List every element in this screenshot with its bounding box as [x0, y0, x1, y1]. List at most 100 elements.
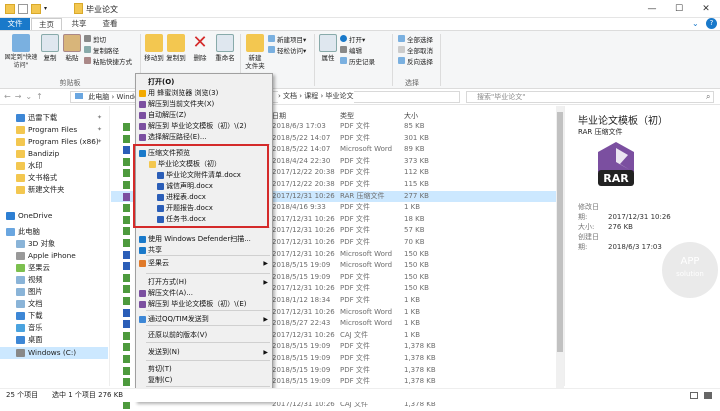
minimize-button[interactable]: —	[640, 0, 664, 18]
menu-item[interactable]: 选择解压路径(E)...	[136, 132, 272, 143]
copy-to-button[interactable]: 复制到	[166, 34, 186, 62]
maximize-button[interactable]: ☐	[667, 0, 691, 18]
menu-item[interactable]: 解压到当前文件夹(X)	[136, 99, 272, 110]
folder-new-icon[interactable]	[31, 4, 41, 14]
chevron-down-icon[interactable]: ▾	[44, 4, 54, 14]
cell-date: 2017/12/31 10:26	[272, 284, 335, 293]
menu-item[interactable]: 打开方式(H) ▶	[136, 277, 272, 288]
cell-date: 2018/5/15 19:09	[272, 342, 331, 351]
select-none-button[interactable]: 全部取消	[398, 45, 433, 55]
sidebar-item[interactable]: OneDrive	[0, 210, 108, 222]
copy-button[interactable]: 复制	[40, 34, 60, 62]
open-button[interactable]: 打开▾	[340, 34, 375, 44]
tab-home[interactable]: 主页	[31, 18, 62, 30]
sidebar-item[interactable]: 文档	[0, 298, 108, 310]
rename-button[interactable]: 重命名	[214, 34, 236, 62]
breadcrumb-courses[interactable]: 课程	[304, 92, 318, 100]
cell-type: PDF 文件	[340, 238, 370, 246]
preview-file-type: RAR 压缩文件	[578, 128, 623, 136]
paste-shortcut-button[interactable]: 粘贴快捷方式	[84, 56, 132, 66]
paste-button[interactable]: 粘贴	[62, 34, 82, 62]
sidebar-item[interactable]: 视频	[0, 274, 108, 286]
sidebar-item[interactable]: 文书格式	[0, 172, 108, 184]
move-to-button[interactable]: 移动到	[144, 34, 164, 62]
pdf-file-icon	[123, 285, 130, 294]
history-button[interactable]: 历史记录	[340, 56, 375, 66]
sidebar-item[interactable]: Program Files ✦	[0, 124, 108, 136]
sidebar-item[interactable]: 新建文件夹	[0, 184, 108, 196]
tab-share[interactable]: 共享	[64, 18, 94, 30]
cell-date: 2018/5/22 14:07	[272, 133, 331, 142]
menu-item[interactable]: 坚果云 ▶	[136, 258, 272, 269]
cut-button[interactable]: 剪切	[84, 34, 132, 44]
breadcrumb-thesis[interactable]: 毕业论文	[326, 92, 354, 100]
forward-arrow-icon[interactable]: →	[15, 92, 26, 101]
details-view-icon[interactable]	[690, 392, 698, 399]
large-icons-view-icon[interactable]	[704, 392, 712, 399]
sidebar-item[interactable]: 坚果云	[0, 262, 108, 274]
sidebar-item[interactable]: 迅雷下载 ✦	[0, 112, 108, 124]
sidebar-item-label: Program Files	[28, 125, 78, 134]
menu-item[interactable]: 通过QQ/TIM发送到 ▶	[136, 314, 272, 325]
sidebar-item[interactable]: 音乐	[0, 322, 108, 334]
breadcrumb-documents[interactable]: 文档	[283, 92, 297, 100]
cell-type: PDF 文件	[340, 226, 370, 235]
sidebar-item[interactable]: Windows (C:)	[0, 347, 108, 359]
scrollbar-thumb[interactable]	[557, 112, 563, 352]
new-folder-button[interactable]: 新建 文件夹	[244, 34, 266, 70]
copy-path-button[interactable]: 复制路径	[84, 45, 132, 55]
menu-item-label: 解压到 毕业论文模板（初）\(2)	[148, 122, 247, 130]
checkbox-icon[interactable]	[18, 4, 28, 14]
sidebar-item[interactable]: 此电脑	[0, 226, 108, 238]
column-date[interactable]: 日期	[272, 111, 286, 121]
menu-item[interactable]: 解压到 毕业论文模板（初）\(E)	[136, 299, 272, 310]
sidebar-item[interactable]: Apple iPhone	[0, 250, 108, 262]
search-icon[interactable]: ⌕	[706, 92, 710, 102]
column-size[interactable]: 大小	[404, 111, 418, 121]
select-all-button[interactable]: 全部选择	[398, 34, 433, 44]
ribbon-collapse-icon[interactable]: ⌄	[692, 19, 699, 28]
tab-file[interactable]: 文件	[0, 18, 30, 30]
delete-button[interactable]: ✕ 删除	[190, 34, 210, 63]
close-button[interactable]: ✕	[694, 0, 718, 18]
search-input[interactable]: 搜索"毕业论文"	[466, 91, 714, 103]
menu-item[interactable]: 剪切(T)	[136, 364, 272, 375]
tab-view[interactable]: 查看	[95, 18, 125, 30]
sidebar-item[interactable]: Program Files (x86) ✦	[0, 136, 108, 148]
menu-item[interactable]: 解压文件(A)...	[136, 288, 272, 299]
help-button[interactable]: ?	[706, 18, 717, 29]
sidebar-item[interactable]: 桌面	[0, 334, 108, 346]
easy-access-button[interactable]: 轻松访问▾	[268, 45, 306, 55]
menu-item[interactable]: 发送到(N) ▶	[136, 347, 272, 358]
invert-selection-button[interactable]: 反向选择	[398, 56, 433, 66]
sidebar-item[interactable]: 水印	[0, 160, 108, 172]
sidebar-item[interactable]: 3D 对象	[0, 238, 108, 250]
pin-quick-access-button[interactable]: 固定到"快速访问"	[4, 34, 38, 70]
sidebar-item[interactable]: 下载	[0, 310, 108, 322]
menu-item[interactable]: 自动解压(Z)	[136, 110, 272, 121]
menu-item[interactable]: 使用 Windows Defender扫描...	[136, 234, 272, 245]
item-count: 25 个项目	[6, 391, 39, 399]
menu-item-icon	[139, 112, 146, 119]
cell-size: 1 KB	[404, 330, 421, 339]
properties-button[interactable]: 属性	[318, 34, 338, 62]
new-item-button[interactable]: 新建项目▾	[268, 34, 306, 44]
menu-item[interactable]: 还原以前的版本(V)	[136, 330, 272, 341]
edit-button[interactable]: 编辑	[340, 45, 375, 55]
sidebar-item[interactable]: 图片	[0, 286, 108, 298]
menu-item[interactable]: 解压到 毕业论文模板（初）\(2)	[136, 121, 272, 132]
rar-label: RAR	[603, 172, 629, 185]
cell-date: 2017/12/31 10:26	[272, 226, 335, 235]
sidebar-item[interactable]: Bandizip	[0, 148, 108, 160]
folder-icon[interactable]	[5, 4, 15, 14]
menu-item[interactable]: 打开(O)	[136, 77, 272, 88]
computer-icon	[75, 93, 83, 99]
back-arrow-icon[interactable]: ←	[4, 92, 15, 101]
menu-item[interactable]: 用 蜂蜜浏览器 浏览(3)	[136, 88, 272, 99]
column-type[interactable]: 类型	[340, 111, 354, 121]
chevron-down-icon[interactable]: ⌄	[25, 92, 36, 101]
menu-item[interactable]: 复制(C)	[136, 375, 272, 386]
up-arrow-icon[interactable]: ↑	[36, 92, 47, 101]
menu-separator	[146, 342, 270, 343]
breadcrumb-this-pc[interactable]: 此电脑	[88, 93, 109, 101]
